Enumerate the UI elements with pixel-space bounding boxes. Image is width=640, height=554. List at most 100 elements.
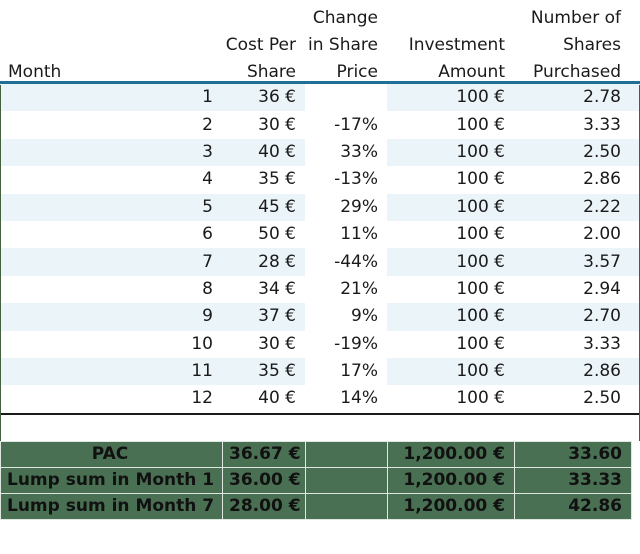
cell-cost: 35 € (222, 357, 305, 386)
cell-cost: 40 € (222, 385, 305, 413)
header-blank-3 (387, 0, 514, 27)
cell-cost: 45 € (222, 193, 305, 221)
cell-investment: 100 € (387, 385, 514, 413)
cell-shares: 2.70 (514, 303, 630, 331)
summary-change (305, 440, 388, 468)
header-shares-line3: Purchased (533, 62, 621, 82)
cell-shares: 3.33 (514, 330, 630, 358)
cell-investment: 100 € (387, 84, 514, 112)
cell-cost: 34 € (222, 275, 305, 304)
table-row: 7 28 € -44% 100 €3.57 (0, 248, 640, 276)
table-row: 10 30 € -19% 100 €3.33 (0, 330, 640, 358)
cell-month: 1 (0, 84, 222, 112)
summary-table: PAC 36.67 €1,200.00 €33.60 Lump sum in Mon… (0, 440, 632, 520)
cell-investment: 100 € (387, 248, 514, 276)
summary-label: PAC (0, 440, 223, 468)
table-row: 2 30 € -17% 100 €3.33 (0, 111, 640, 139)
summary-row: Lump sum in Month 1 36.00 € 1,200.00 €33.3… (0, 466, 632, 494)
cell-investment: 100 € (387, 220, 514, 249)
header-row-3: Month Share Price Amount Purchased (0, 54, 640, 81)
spacer-row (0, 414, 640, 441)
cell-month: 5 (0, 193, 222, 221)
cell-change: 14% (305, 385, 387, 413)
cell-change: 17% (305, 357, 387, 386)
cell-investment: 100 € (387, 357, 514, 386)
header-blank-4 (0, 27, 222, 54)
cell-month: 9 (0, 303, 222, 331)
summary-shares: 33.60 (514, 440, 632, 468)
summary-cost: 36.00 € (222, 466, 306, 494)
cell-month: 8 (0, 275, 222, 304)
cell-shares: 2.50 (514, 385, 630, 413)
header-pad-1 (630, 0, 640, 27)
cell-cost: 36 € (222, 84, 305, 112)
cell-month: 11 (0, 357, 222, 386)
table-row: 3 40 €33% 100 €2.50 (0, 138, 640, 167)
cell-month: 7 (0, 248, 222, 276)
cell-change: -44% (305, 248, 387, 276)
cell-investment: 100 € (387, 275, 514, 304)
cell-month: 10 (0, 330, 222, 358)
header-row-2: Cost Per in Share Investment Shares (0, 27, 640, 54)
header-shares-line1: Number of (530, 8, 621, 28)
header-row-1: Change Number of (0, 0, 640, 27)
cell-month: 12 (0, 385, 222, 413)
table-row: 5 45 €29% 100 €2.22 (0, 193, 640, 221)
cell-investment: 100 € (387, 111, 514, 139)
table-row: 6 50 €11% 100 €2.00 (0, 220, 640, 249)
summary-label: Lump sum in Month 7 (0, 492, 223, 520)
header-change-line1: Change (312, 8, 378, 28)
summary-change (305, 492, 388, 520)
summary-row: Lump sum in Month 7 28.00 € 1,200.00 €42.8… (0, 492, 632, 520)
cell-change: 11% (305, 220, 387, 249)
cell-change: 33% (305, 138, 387, 167)
cell-investment: 100 € (387, 138, 514, 167)
header-change-line2: in Share (308, 35, 378, 55)
cell-cost: 28 € (222, 248, 305, 276)
cell-shares: 2.94 (514, 275, 630, 304)
header-pad-2 (630, 27, 640, 54)
cell-change: 29% (305, 193, 387, 221)
cell-cost: 35 € (222, 166, 305, 194)
cell-investment: 100 € (387, 166, 514, 194)
cell-change: 9% (305, 303, 387, 331)
table-header: Change Number of Cost Per in Share Inves… (0, 0, 640, 81)
header-month: Month (8, 62, 62, 82)
summary-investment: 1,200.00 € (387, 492, 515, 520)
cell-cost: 37 € (222, 303, 305, 331)
summary-label: Lump sum in Month 1 (0, 466, 223, 494)
cell-shares: 3.33 (514, 111, 630, 139)
summary-investment: 1,200.00 € (387, 440, 515, 468)
header-pad-3 (630, 54, 640, 81)
summary-shares: 33.33 (514, 466, 632, 494)
spreadsheet-table: Change Number of Cost Per in Share Inves… (0, 0, 640, 554)
table-row: 8 34 €21% 100 €2.94 (0, 275, 640, 304)
cell-shares: 2.50 (514, 138, 630, 167)
cell-change: -13% (305, 166, 387, 194)
cell-shares: 2.86 (514, 166, 630, 194)
table-row: 4 35 € -13% 100 €2.86 (0, 166, 640, 194)
cell-investment: 100 € (387, 330, 514, 358)
cell-month: 4 (0, 166, 222, 194)
cell-shares: 2.22 (514, 193, 630, 221)
table-row: 9 37 €9% 100 €2.70 (0, 303, 640, 331)
header-investment-line1: Investment (408, 35, 505, 55)
header-investment-line2: Amount (438, 62, 505, 82)
cell-shares: 3.57 (514, 248, 630, 276)
table-row: 1 36 € 100 €2.78 (0, 84, 640, 112)
cell-shares: 2.86 (514, 357, 630, 386)
header-blank-1 (0, 0, 222, 27)
summary-investment: 1,200.00 € (387, 466, 515, 494)
cell-change (305, 84, 387, 112)
header-cost-line2: Share (246, 62, 296, 82)
cell-month: 2 (0, 111, 222, 139)
summary-cost: 28.00 € (222, 492, 306, 520)
table-row: 11 35 €17% 100 €2.86 (0, 357, 640, 386)
cell-shares: 2.00 (514, 220, 630, 249)
header-change-line3: Price (336, 62, 378, 82)
cell-cost: 30 € (222, 111, 305, 139)
table-body: 1 36 €100 €2.78 2 30 € -17% 100 €3.33 3 40 €33%… (0, 84, 640, 413)
cell-cost: 30 € (222, 330, 305, 358)
cell-change: 21% (305, 275, 387, 304)
cell-cost: 50 € (222, 220, 305, 249)
